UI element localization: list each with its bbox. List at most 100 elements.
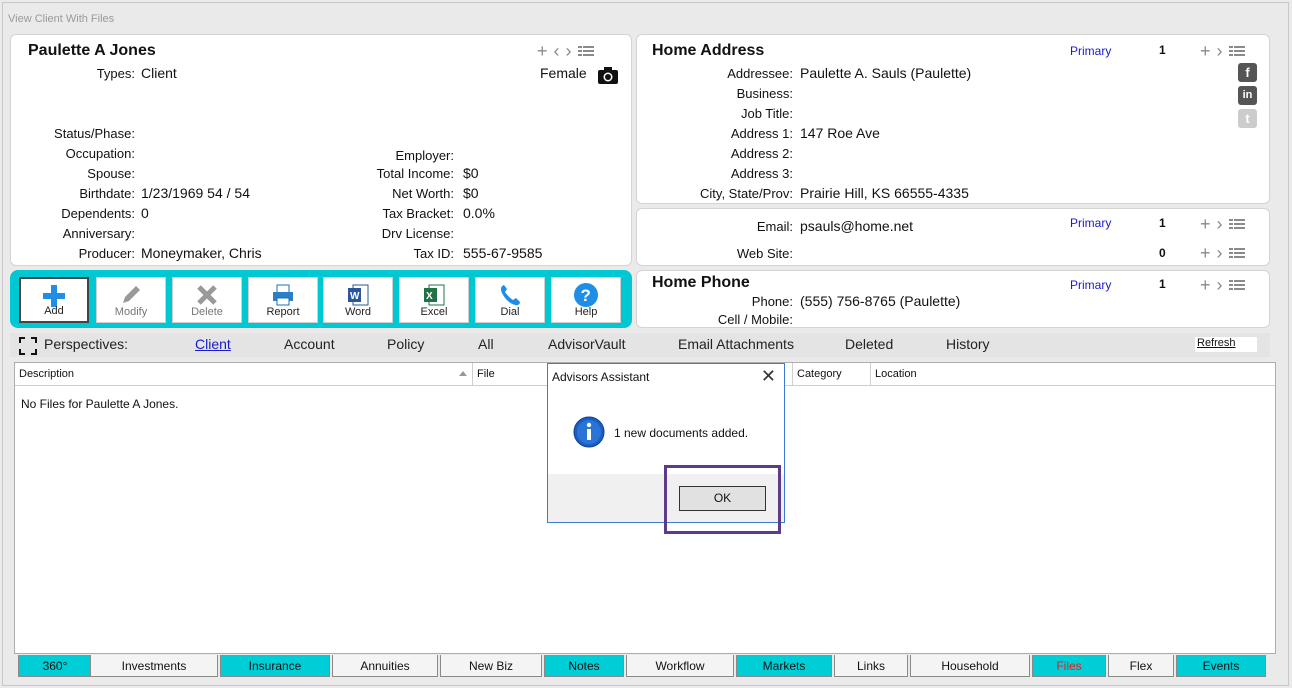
tab-workflow[interactable]: Workflow <box>626 655 734 677</box>
tab-files[interactable]: Files <box>1032 655 1106 677</box>
email-label: Email: <box>756 219 793 234</box>
chevron-right-icon[interactable]: › <box>1217 276 1223 294</box>
address-field-value: Prairie Hill, KS 66555-4335 <box>800 185 969 201</box>
perspective-account[interactable]: Account <box>284 336 335 352</box>
chevron-right-icon[interactable]: › <box>1217 215 1223 233</box>
address-field-value: 147 Roe Ave <box>800 125 880 141</box>
phone-value[interactable]: (555) 756-8765 (Paulette) <box>800 293 960 309</box>
address-field-label: Address 2: <box>730 146 793 161</box>
client-field-label: Status/Phase: <box>54 126 135 141</box>
tab-notes[interactable]: Notes <box>544 655 624 677</box>
address-field-label: Job Title: <box>740 106 793 121</box>
delete-button[interactable]: Delete <box>172 277 242 323</box>
facebook-icon[interactable]: f <box>1238 63 1257 82</box>
twitter-icon[interactable]: t <box>1238 109 1257 128</box>
list-icon[interactable] <box>1228 246 1245 260</box>
tab-360[interactable]: 360° <box>18 655 92 677</box>
tab-new-biz[interactable]: New Biz <box>440 655 542 677</box>
modify-button[interactable]: Modify <box>96 277 166 323</box>
add-icon[interactable]: + <box>1200 244 1211 262</box>
chevron-right-icon[interactable]: › <box>1217 42 1223 60</box>
perspective-advisorvault[interactable]: AdvisorVault <box>548 336 626 352</box>
tab-links[interactable]: Links <box>834 655 908 677</box>
address-field-label: Address 3: <box>730 166 793 181</box>
tab-insurance[interactable]: Insurance <box>220 655 330 677</box>
excel-button[interactable]: X Excel <box>399 277 469 323</box>
dial-button-label: Dial <box>500 306 520 318</box>
client-field-label: Dependents: <box>61 206 135 221</box>
client-field-label: Drv License: <box>381 226 454 241</box>
email-value[interactable]: psauls@home.net <box>800 218 913 234</box>
perspective-history[interactable]: History <box>946 336 990 352</box>
dialog-body: 1 new documents added. <box>548 390 784 474</box>
dialog-message: 1 new documents added. <box>614 426 749 440</box>
close-icon[interactable]: ✕ <box>761 367 776 385</box>
chevron-left-icon[interactable]: ‹ <box>554 42 560 60</box>
address-primary-link[interactable]: Primary <box>1070 44 1111 58</box>
add-button[interactable]: Add <box>19 277 89 323</box>
phone-primary-link[interactable]: Primary <box>1070 278 1111 292</box>
refresh-button[interactable]: Refresh <box>1195 337 1257 352</box>
column-description[interactable]: Description <box>15 363 473 385</box>
action-toolbar: Add Modify Delete Report W Word X Excel … <box>10 270 632 328</box>
phone-icon <box>476 282 544 308</box>
dialog-title: Advisors Assistant <box>548 364 784 390</box>
report-button-label: Report <box>266 306 300 318</box>
expand-icon[interactable] <box>19 337 37 358</box>
email-nav: + › <box>1200 215 1245 233</box>
list-icon[interactable] <box>1228 278 1245 292</box>
perspective-email-attachments[interactable]: Email Attachments <box>678 336 794 352</box>
web-count: 0 <box>1159 246 1166 260</box>
chevron-right-icon[interactable]: › <box>1217 244 1223 262</box>
camera-icon[interactable] <box>597 67 619 88</box>
perspective-deleted[interactable]: Deleted <box>845 336 893 352</box>
cell-label: Cell / Mobile: <box>717 312 793 327</box>
address-field-label: Business: <box>736 86 793 101</box>
info-icon <box>573 416 605 451</box>
phone-heading: Home Phone <box>652 274 750 291</box>
client-field-value: Moneymaker, Chris <box>141 245 262 261</box>
perspectives-label: Perspectives: <box>44 336 129 352</box>
svg-text:X: X <box>426 291 433 302</box>
add-icon[interactable]: + <box>1200 42 1211 60</box>
tab-markets[interactable]: Markets <box>736 655 832 677</box>
column-category[interactable]: Category <box>793 363 871 385</box>
list-icon[interactable] <box>1228 217 1245 231</box>
perspective-client[interactable]: Client <box>195 336 231 352</box>
client-field-label: Tax ID: <box>413 246 454 261</box>
tab-annuities[interactable]: Annuities <box>332 655 438 677</box>
tab-events[interactable]: Events <box>1176 655 1266 677</box>
tab-investments[interactable]: Investments <box>90 655 218 677</box>
add-icon[interactable]: + <box>1200 215 1211 233</box>
perspective-policy[interactable]: Policy <box>387 336 424 352</box>
linkedin-icon[interactable]: in <box>1238 86 1257 105</box>
add-icon[interactable]: + <box>1200 276 1211 294</box>
add-icon[interactable]: + <box>537 42 548 60</box>
client-field-value: $0 <box>463 185 479 201</box>
dial-button[interactable]: Dial <box>475 277 545 323</box>
report-button[interactable]: Report <box>248 277 318 323</box>
client-field-label: Spouse: <box>87 166 135 181</box>
address-field-label: Address 1: <box>730 126 793 141</box>
client-field-value: 555-67-9585 <box>463 245 543 261</box>
tab-household[interactable]: Household <box>910 655 1030 677</box>
bottom-tabs: 360° Investments Insurance Annuities New Biz… <box>14 655 1276 679</box>
help-icon: ? <box>552 282 620 308</box>
column-location[interactable]: Location <box>871 363 1275 385</box>
email-primary-link[interactable]: Primary <box>1070 216 1111 230</box>
perspective-all[interactable]: All <box>478 336 494 352</box>
list-icon[interactable] <box>577 44 594 58</box>
chevron-right-icon[interactable]: › <box>566 42 572 60</box>
x-icon <box>173 282 241 308</box>
tab-flex[interactable]: Flex <box>1108 655 1174 677</box>
word-button[interactable]: W Word <box>323 277 393 323</box>
client-field-value: 1/23/1969 54 / 54 <box>141 185 250 201</box>
address-field-label: Addressee: <box>727 66 793 81</box>
client-field-value: $0 <box>463 165 479 181</box>
phone-count: 1 <box>1159 277 1166 291</box>
address-field-label: City, State/Prov: <box>700 186 793 201</box>
help-button[interactable]: ? Help <box>551 277 621 323</box>
window-title: View Client With Files <box>8 13 115 25</box>
list-icon[interactable] <box>1228 44 1245 58</box>
add-button-label: Add <box>44 305 64 317</box>
